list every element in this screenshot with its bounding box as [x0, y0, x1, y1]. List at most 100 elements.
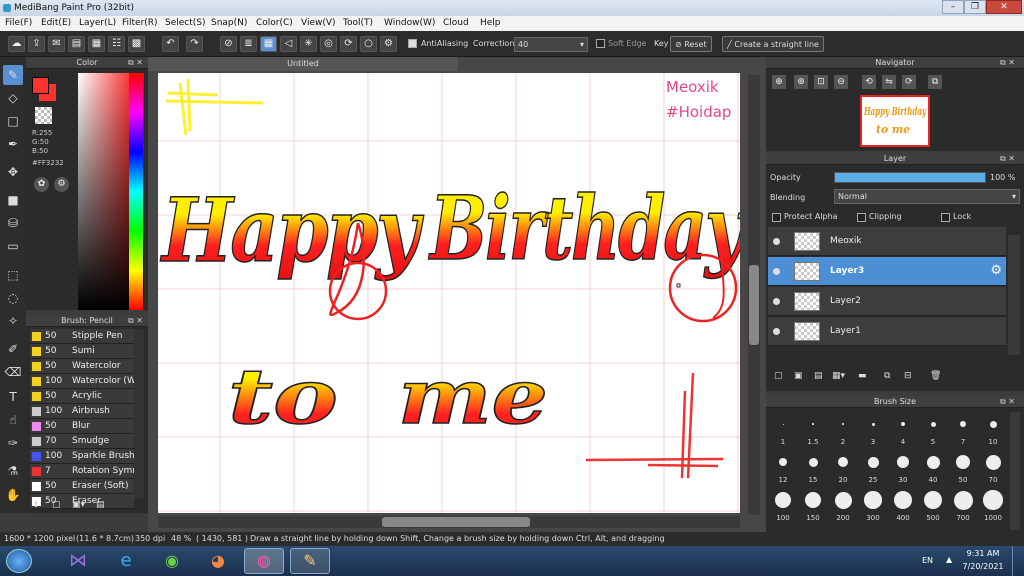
color-panel-controls[interactable]: ⧉ ✕ — [128, 58, 143, 68]
comment-icon[interactable]: ✉ — [48, 36, 65, 52]
brush-list-item[interactable]: 100 Airbrush — [30, 404, 134, 419]
navigator-controls[interactable]: ⧉ ✕ — [1000, 58, 1015, 68]
brush-size-cell[interactable]: 2 — [828, 410, 858, 448]
clock-date[interactable]: 7/20/2021 — [960, 562, 1006, 571]
brush-size-cell[interactable]: 10 — [978, 410, 1008, 448]
minimize-button[interactable]: – — [942, 0, 964, 14]
delete-layer-icon[interactable]: 🗑 — [930, 371, 941, 381]
brush-size-cell[interactable]: 700 — [948, 486, 978, 524]
menu-file[interactable]: File(F) — [5, 18, 32, 28]
brush-list-item[interactable]: 50 Sumi — [30, 344, 134, 359]
language-indicator[interactable]: EN — [922, 556, 933, 565]
menu-color[interactable]: Color(C) — [256, 18, 293, 28]
visual-studio-icon[interactable]: ⋈ — [58, 548, 98, 574]
start-button[interactable] — [6, 549, 32, 573]
perspective-snap-icon[interactable]: ◁ — [280, 36, 297, 52]
menu-layer[interactable]: Layer(L) — [79, 18, 116, 28]
brush-list-item[interactable]: 7 Rotation Symm — [30, 464, 134, 479]
palette-icon[interactable]: ✿ — [34, 177, 49, 192]
brush-list-item[interactable]: 50 Watercolor — [30, 359, 134, 374]
merge-layer-icon[interactable]: ⊟ — [904, 371, 912, 381]
brush-list-item[interactable]: 100 Watercolor (W — [30, 374, 134, 389]
pen-tool-icon[interactable]: ✒ — [3, 134, 23, 154]
primary-color-swatch[interactable] — [32, 77, 49, 94]
menu-edit[interactable]: Edit(E) — [41, 18, 71, 28]
close-button[interactable]: ✕ — [986, 0, 1022, 14]
grid-icon[interactable]: ▩ — [128, 36, 145, 52]
window-mode-icon[interactable]: ⧉ — [928, 75, 942, 89]
coccoc-icon[interactable]: ◉ — [152, 548, 192, 574]
internet-explorer-icon[interactable]: e — [106, 548, 146, 574]
layer-row[interactable]: Layer1 — [768, 317, 1006, 346]
add-brush-icon[interactable]: ⬆ — [32, 500, 46, 512]
brush-list-item[interactable]: 50 Acrylic — [30, 389, 134, 404]
medibang-taskbar-icon[interactable]: ◍ — [244, 548, 284, 574]
drawing-canvas[interactable]: Happy Birthday to me Meoxik #Hoidap — [158, 73, 740, 513]
zoom-out-icon[interactable]: ⊖ — [834, 75, 848, 89]
brush-size-cell[interactable]: 500 — [918, 486, 948, 524]
new-brush-icon[interactable]: ▢ — [52, 500, 66, 512]
opacity-slider[interactable] — [834, 172, 986, 183]
brush-size-cell[interactable]: 5 — [918, 410, 948, 448]
eye-icon[interactable] — [773, 238, 780, 245]
dropper-tool-icon[interactable]: ⚗ — [3, 461, 23, 481]
new-8bit-layer-icon[interactable]: ▤ — [814, 371, 823, 381]
brush-list-scrollbar[interactable] — [134, 329, 144, 499]
eye-icon[interactable] — [773, 268, 780, 275]
brush-size-cell[interactable]: 200 — [828, 486, 858, 524]
list-icon[interactable]: ☷ — [108, 36, 125, 52]
maximize-button[interactable]: ❐ — [964, 0, 986, 14]
brush-menu-icon[interactable]: ▣▾ — [72, 500, 92, 512]
move-tool-icon[interactable]: ✥ — [3, 162, 23, 182]
new-layer-icon[interactable]: ▢ — [774, 371, 783, 381]
horizontal-scroll-thumb[interactable] — [382, 517, 530, 527]
brush-size-cell[interactable]: 100 — [768, 486, 798, 524]
rotate-right-icon[interactable]: ⟳ — [902, 75, 916, 89]
redo-icon[interactable]: ↷ — [186, 36, 203, 52]
clipping-checkbox[interactable] — [857, 213, 866, 222]
cloud-icon[interactable]: ☁ — [8, 36, 25, 52]
create-straight-line-button[interactable]: ╱ Create a straight line — [722, 36, 824, 52]
eye-icon[interactable] — [773, 298, 780, 305]
brush-size-cell[interactable]: 7 — [948, 410, 978, 448]
new-halftone-layer-icon[interactable]: ▣ — [794, 371, 803, 381]
brush-size-cell[interactable]: 1 — [768, 410, 798, 448]
brush-size-cell[interactable]: 1000 — [978, 486, 1008, 524]
layer-panel-controls[interactable]: ⧉ ✕ — [1000, 154, 1015, 164]
gradient-tool-icon[interactable]: ▭ — [3, 236, 23, 256]
menu-help[interactable]: Help — [480, 18, 501, 28]
soft-edge-checkbox[interactable] — [596, 39, 605, 48]
magic-wand-tool-icon[interactable]: ✧ — [3, 311, 23, 331]
menu-snap[interactable]: Snap(N) — [211, 18, 247, 28]
brush-list-item[interactable]: 70 Smudge — [30, 434, 134, 449]
add-layer-menu-icon[interactable]: ▦▾ — [832, 371, 845, 381]
brush-size-cell[interactable]: 12 — [768, 448, 798, 486]
brush-size-cell[interactable]: 50 — [948, 448, 978, 486]
menu-filter[interactable]: Filter(R) — [122, 18, 158, 28]
vertical-scroll-thumb[interactable] — [749, 265, 759, 345]
undo-icon[interactable]: ↶ — [162, 36, 179, 52]
concentric-snap-icon[interactable]: ◎ — [320, 36, 337, 52]
bucket-tool-icon[interactable]: ⛁ — [3, 213, 23, 233]
menu-window[interactable]: Window(W) — [384, 18, 435, 28]
circle-snap-icon[interactable]: ○ — [360, 36, 377, 52]
duplicate-layer-icon[interactable]: ⧉ — [884, 371, 890, 381]
fit-icon[interactable]: ⊡ — [814, 75, 828, 89]
brush-size-controls[interactable]: ⧉ ✕ — [1000, 397, 1015, 407]
brush-size-cell[interactable]: 15 — [798, 448, 828, 486]
rectangle-tool-icon[interactable]: □ — [3, 111, 23, 131]
menu-tool[interactable]: Tool(T) — [343, 18, 373, 28]
eye-icon[interactable] — [773, 328, 780, 335]
brush-list-item[interactable]: 50 Eraser (Soft) — [30, 479, 134, 494]
paint-taskbar-icon[interactable]: ✎ — [290, 548, 330, 574]
text-tool-icon[interactable]: T — [3, 387, 23, 407]
select-tool-icon[interactable]: ⬚ — [3, 265, 23, 285]
layer-settings-gear-icon[interactable]: ⚙ — [990, 263, 1002, 278]
layer-list-scrollbar[interactable] — [1008, 235, 1020, 355]
stack-icon[interactable]: ▤ — [68, 36, 85, 52]
brush-panel-controls[interactable]: ⧉ ✕ — [128, 316, 143, 326]
show-desktop-button[interactable] — [1012, 546, 1024, 576]
hand-tool-icon[interactable]: ✋ — [3, 485, 23, 505]
fill-rect-tool-icon[interactable]: ■ — [3, 190, 23, 210]
clock-time[interactable]: 9:31 AM — [966, 549, 1000, 558]
